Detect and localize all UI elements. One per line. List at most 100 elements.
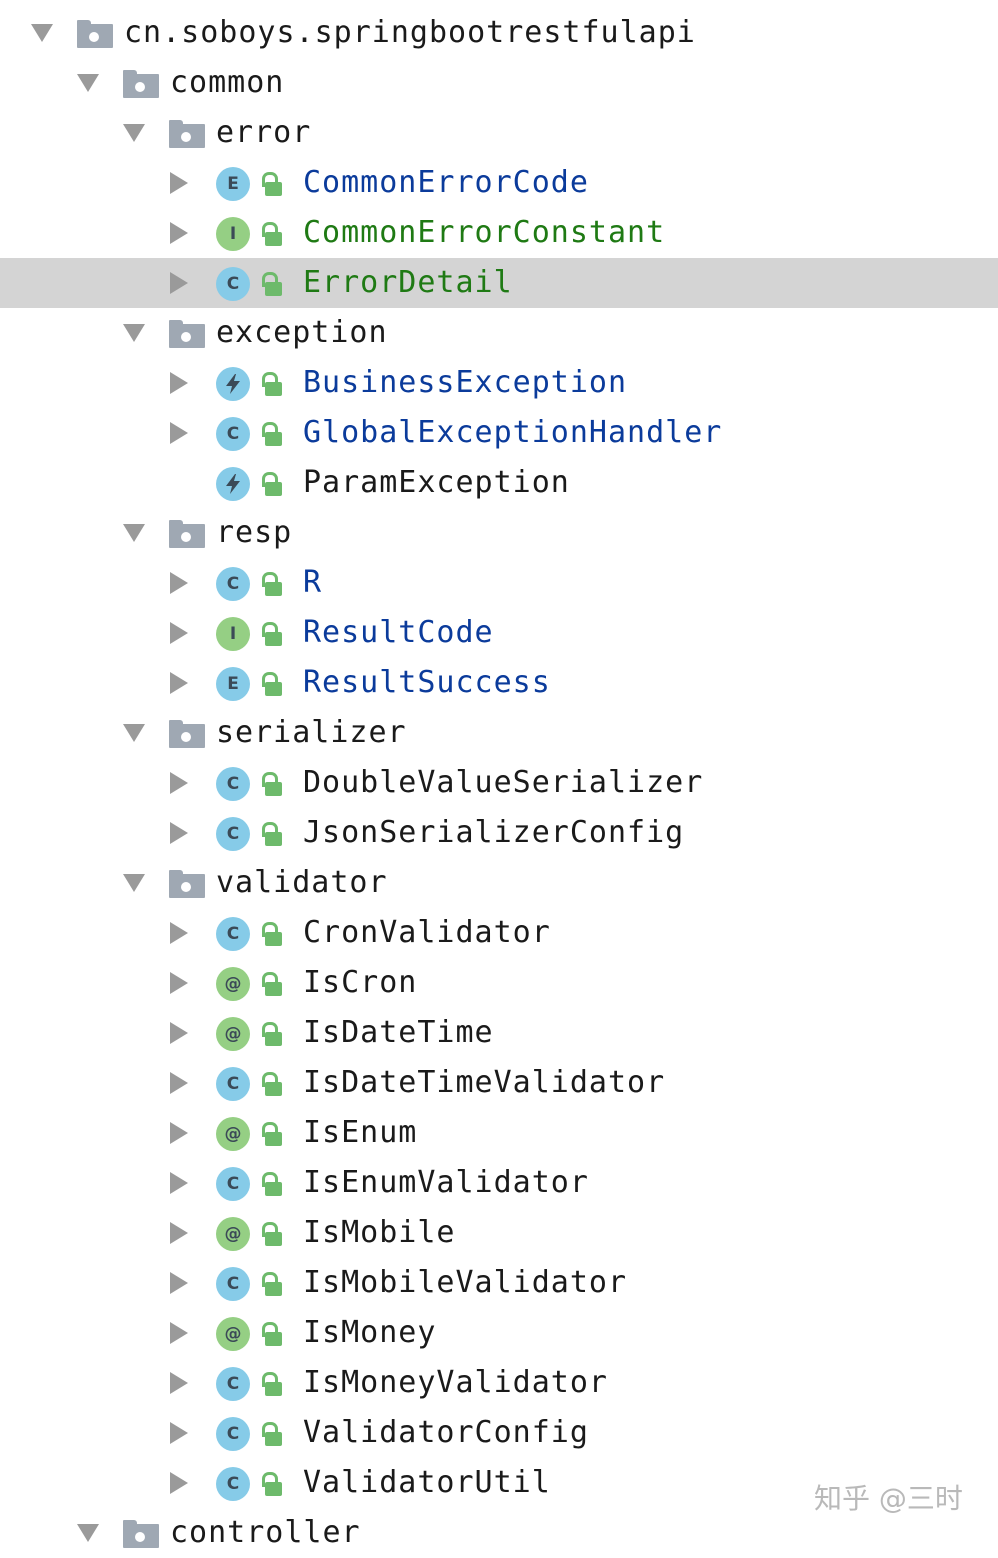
expand-arrow-down-icon[interactable] (76, 1521, 100, 1545)
class-name-label: CommonErrorCode (303, 165, 589, 200)
expand-arrow-right-icon[interactable] (167, 571, 191, 595)
package-controller-label: controller (170, 1515, 361, 1550)
expand-arrow-down-icon[interactable] (76, 71, 100, 95)
annotation-icon: @ (216, 1017, 250, 1051)
class-name-label: IsEnum (303, 1115, 418, 1150)
expand-arrow-right-icon[interactable] (167, 1171, 191, 1195)
tree-package-row[interactable]: resp (0, 508, 998, 558)
tree-class-row[interactable]: C GlobalExceptionHandler (0, 408, 998, 458)
tree-class-row[interactable]: C CronValidator (0, 908, 998, 958)
expand-arrow-right-icon[interactable] (167, 1371, 191, 1395)
tree-class-row[interactable]: I ResultCode (0, 608, 998, 658)
expand-arrow-right-icon[interactable] (167, 1071, 191, 1095)
tree-class-row[interactable]: E ResultSuccess (0, 658, 998, 708)
class-name-label: ResultCode (303, 615, 494, 650)
expand-arrow-right-icon[interactable] (167, 971, 191, 995)
expand-arrow-right-icon[interactable] (167, 671, 191, 695)
class-icon: C (216, 567, 250, 601)
class-name-label: IsCron (303, 965, 418, 1000)
tree-class-row[interactable]: @ IsDateTime (0, 1008, 998, 1058)
package-error-label: error (216, 115, 312, 150)
exception-icon (216, 367, 250, 401)
public-lock-icon (261, 672, 283, 698)
expand-arrow-right-icon[interactable] (167, 371, 191, 395)
public-lock-icon (261, 1372, 283, 1398)
expand-arrow-right-icon[interactable] (167, 1471, 191, 1495)
tree-class-row[interactable]: C IsMobileValidator (0, 1258, 998, 1308)
expand-arrow-right-icon[interactable] (167, 421, 191, 445)
package-folder-icon (169, 120, 205, 148)
annotation-icon: @ (216, 967, 250, 1001)
tree-class-row[interactable]: BusinessException (0, 358, 998, 408)
tree-package-row[interactable]: exception (0, 308, 998, 358)
public-lock-icon (261, 1222, 283, 1248)
tree-package-row[interactable]: serializer (0, 708, 998, 758)
class-name-label: CommonErrorConstant (303, 215, 666, 250)
tree-class-row[interactable]: C IsEnumValidator (0, 1158, 998, 1208)
class-name-label: DoubleValueSerializer (303, 765, 704, 800)
tree-class-row[interactable]: C ErrorDetail (0, 258, 998, 308)
class-name-label: ValidatorConfig (303, 1415, 589, 1450)
expand-arrow-right-icon[interactable] (167, 1221, 191, 1245)
public-lock-icon (261, 472, 283, 498)
expand-arrow-down-icon[interactable] (122, 121, 146, 145)
package-common-label: common (170, 65, 285, 100)
tree-package-row[interactable]: cn.soboys.springbootrestfulapi (0, 8, 998, 58)
expand-arrow-right-icon[interactable] (167, 1421, 191, 1445)
expand-arrow-right-icon[interactable] (167, 1321, 191, 1345)
class-name-label: IsMobileValidator (303, 1265, 628, 1300)
annotation-icon: @ (216, 1317, 250, 1351)
class-icon: C (216, 1367, 250, 1401)
public-lock-icon (261, 222, 283, 248)
expand-arrow-down-icon[interactable] (122, 871, 146, 895)
tree-class-row[interactable]: C JsonSerializerConfig (0, 808, 998, 858)
annotation-icon: @ (216, 1217, 250, 1251)
public-lock-icon (261, 922, 283, 948)
public-lock-icon (261, 1322, 283, 1348)
class-name-label: IsMoney (303, 1315, 437, 1350)
tree-class-row[interactable]: CR (0, 558, 998, 608)
tree-class-row[interactable]: C IsDateTimeValidator (0, 1058, 998, 1108)
public-lock-icon (261, 272, 283, 298)
annotation-icon: @ (216, 1117, 250, 1151)
tree-class-row[interactable]: C DoubleValueSerializer (0, 758, 998, 808)
tree-class-row[interactable]: @ IsMoney (0, 1308, 998, 1358)
class-icon: C (216, 1267, 250, 1301)
class-name-label: BusinessException (303, 365, 628, 400)
class-icon: C (216, 1467, 250, 1501)
package-folder-icon (77, 20, 113, 48)
expand-arrow-down-icon[interactable] (30, 21, 54, 45)
tree-class-row[interactable]: C ValidatorConfig (0, 1408, 998, 1458)
public-lock-icon (261, 622, 283, 648)
tree-class-row[interactable]: E CommonErrorCode (0, 158, 998, 208)
tree-package-row[interactable]: validator (0, 858, 998, 908)
tree-class-row[interactable]: @ IsCron (0, 958, 998, 1008)
public-lock-icon (261, 1172, 283, 1198)
expand-arrow-right-icon[interactable] (167, 621, 191, 645)
enum-icon: E (216, 167, 250, 201)
expand-arrow-right-icon[interactable] (167, 271, 191, 295)
expand-arrow-down-icon[interactable] (122, 321, 146, 345)
expand-arrow-down-icon[interactable] (122, 721, 146, 745)
expand-arrow-right-icon[interactable] (167, 921, 191, 945)
package-validator-label: validator (216, 865, 388, 900)
tree-class-row[interactable]: I CommonErrorConstant (0, 208, 998, 258)
expand-arrow-right-icon[interactable] (167, 171, 191, 195)
expand-arrow-right-icon[interactable] (167, 771, 191, 795)
expand-arrow-right-icon[interactable] (167, 1121, 191, 1145)
tree-class-row[interactable]: ParamException (0, 458, 998, 508)
package-folder-icon (123, 70, 159, 98)
expand-arrow-right-icon[interactable] (167, 821, 191, 845)
package-resp-label: resp (216, 515, 293, 550)
tree-class-row[interactable]: C IsMoneyValidator (0, 1358, 998, 1408)
expand-arrow-right-icon[interactable] (167, 1021, 191, 1045)
tree-package-row[interactable]: error (0, 108, 998, 158)
tree-package-row[interactable]: common (0, 58, 998, 108)
expand-arrow-right-icon[interactable] (167, 221, 191, 245)
public-lock-icon (261, 1072, 283, 1098)
expand-arrow-right-icon[interactable] (167, 1271, 191, 1295)
expand-arrow-down-icon[interactable] (122, 521, 146, 545)
enum-icon: E (216, 667, 250, 701)
tree-class-row[interactable]: @ IsMobile (0, 1208, 998, 1258)
tree-class-row[interactable]: @ IsEnum (0, 1108, 998, 1158)
